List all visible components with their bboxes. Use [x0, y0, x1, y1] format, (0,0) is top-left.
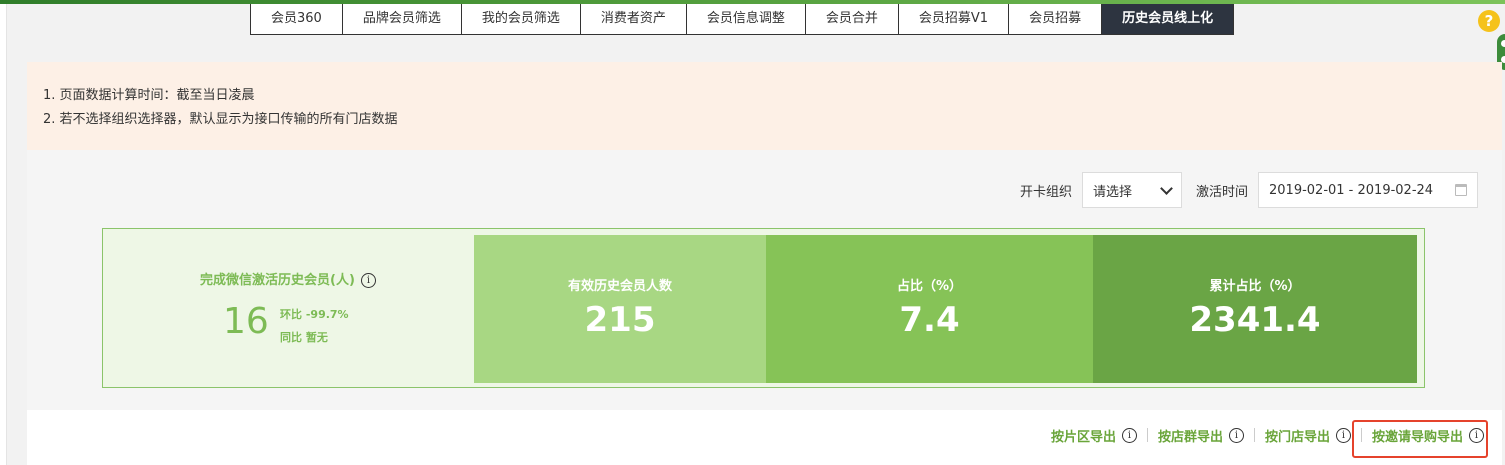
date-filter-label: 激活时间	[1195, 184, 1248, 200]
org-filter-label: 开卡组织	[1019, 184, 1072, 200]
tab-member-info-adjust[interactable]: 会员信息调整	[686, 4, 806, 34]
stat-label: 占比（%）	[896, 279, 963, 294]
stat-value: 7.4	[899, 300, 960, 340]
notice-line-1: 1. 页面数据计算时间：截至当日凌晨	[43, 88, 255, 103]
stat-title-text: 完成微信激活历史会员(人)	[200, 273, 355, 288]
info-icon[interactable]: i	[1335, 427, 1351, 443]
info-icon[interactable]: i	[360, 273, 376, 288]
export-bar: 按片区导出 i 按店群导出 i 按门店导出 i 按邀请导购导出 i	[27, 410, 1502, 465]
mom-value: -99.7%	[305, 308, 349, 321]
tab-history-member-online[interactable]: 历史会员线上化	[1102, 4, 1234, 34]
tab-member-recruit[interactable]: 会员招募	[1009, 4, 1103, 34]
info-icon[interactable]: i	[1121, 427, 1137, 443]
yoy-value: 暂无	[305, 331, 328, 344]
stat-cumulative-ratio: 累计占比（%） 2341.4	[1093, 235, 1417, 383]
calendar-icon	[1455, 184, 1467, 196]
export-label: 按店群导出	[1157, 429, 1223, 445]
help-icon[interactable]: ?	[1478, 10, 1500, 32]
stats-panel: 完成微信激活历史会员(人) i 16 环比 -99.7% 同比 暂无 有效历史会员…	[102, 228, 1425, 388]
tab-member-360[interactable]: 会员360	[251, 4, 343, 34]
stat-value: 215	[584, 300, 656, 340]
filter-row: 开卡组织 请选择 激活时间 2019-02-01 - 2019-02-24	[1020, 172, 1478, 208]
content-area: 开卡组织 请选择 激活时间 2019-02-01 - 2019-02-24 完成…	[27, 150, 1502, 410]
export-label: 按片区导出	[1050, 429, 1116, 445]
stat-label: 累计占比（%）	[1209, 279, 1301, 294]
handle-dot	[1501, 40, 1505, 47]
stat-wechat-activated-value: 16	[223, 301, 269, 342]
tab-member-recruit-v1[interactable]: 会员招募V1	[898, 4, 1010, 34]
org-select[interactable]: 请选择	[1081, 172, 1182, 208]
mom-comparison: 环比 -99.7%	[280, 306, 349, 322]
notice-panel: 1. 页面数据计算时间：截至当日凌晨 2. 若不选择组织选择器，默认显示为接口传…	[27, 62, 1502, 150]
stat-valid-history-members: 有效历史会员人数 215	[474, 235, 766, 383]
stat-wechat-activated-title: 完成微信激活历史会员(人) i	[103, 269, 473, 288]
chevron-down-icon	[1160, 181, 1173, 195]
highlight-box	[1352, 420, 1488, 458]
stat-ratio: 占比（%） 7.4	[766, 235, 1093, 383]
yoy-comparison: 同比 暂无	[280, 329, 328, 345]
org-select-value: 请选择	[1092, 184, 1132, 200]
divider	[1146, 428, 1148, 442]
export-by-store-group-link[interactable]: 按店群导出 i	[1158, 426, 1244, 445]
tab-member-merge[interactable]: 会员合并	[805, 4, 899, 34]
tab-bar: 会员360 品牌会员筛选 我的会员筛选 消费者资产 会员信息调整 会员合并 会员…	[250, 4, 1235, 35]
stat-value: 2341.4	[1189, 300, 1321, 340]
date-range-input[interactable]: 2019-02-01 - 2019-02-24	[1258, 172, 1478, 208]
tab-brand-member-filter[interactable]: 品牌会员筛选	[342, 4, 462, 34]
stat-wechat-activated: 完成微信激活历史会员(人) i 16 环比 -99.7% 同比 暂无	[103, 229, 473, 387]
export-by-store-link[interactable]: 按门店导出 i	[1265, 426, 1351, 445]
export-label: 按门店导出	[1264, 429, 1330, 445]
divider	[1253, 428, 1255, 442]
export-by-district-link[interactable]: 按片区导出 i	[1051, 426, 1137, 445]
notice-line-2: 2. 若不选择组织选择器，默认显示为接口传输的所有门店数据	[43, 112, 398, 127]
mom-label: 环比	[280, 308, 302, 321]
date-range-value: 2019-02-01 - 2019-02-24	[1269, 182, 1434, 198]
yoy-label: 同比	[280, 331, 302, 344]
stat-label: 有效历史会员人数	[567, 279, 672, 294]
main-frame: 会员360 品牌会员筛选 我的会员筛选 消费者资产 会员信息调整 会员合并 会员…	[6, 4, 1505, 465]
tab-my-member-filter[interactable]: 我的会员筛选	[461, 4, 581, 34]
info-icon[interactable]: i	[1228, 427, 1244, 443]
tab-consumer-assets[interactable]: 消费者资产	[580, 4, 687, 34]
